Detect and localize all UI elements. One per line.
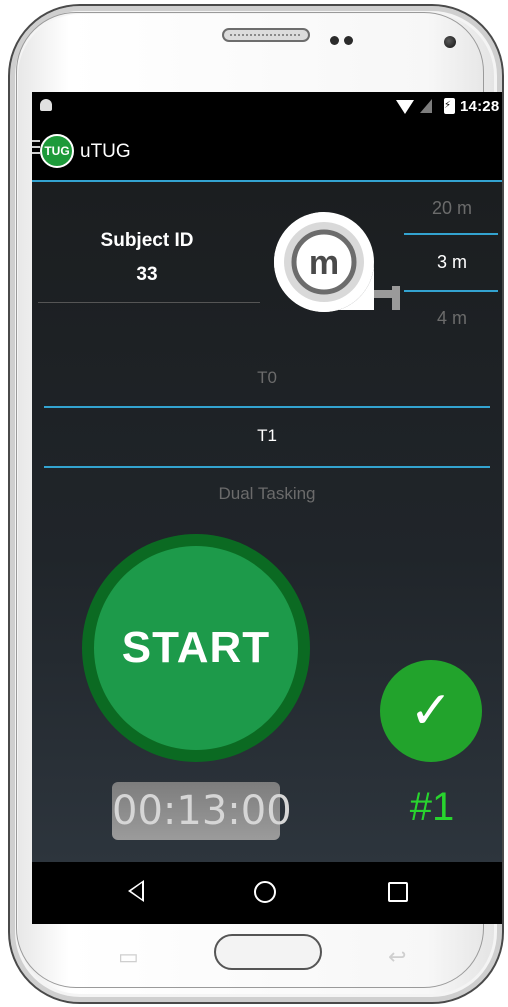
earpiece-speaker xyxy=(222,28,310,42)
checkmark-icon: ✓ xyxy=(409,682,453,740)
condition-option-dual-tasking[interactable]: Dual Tasking xyxy=(44,484,490,504)
hardware-home-button[interactable] xyxy=(214,934,322,970)
distance-option-20m[interactable]: 20 m xyxy=(404,198,500,219)
distance-option-4m[interactable]: 4 m xyxy=(404,308,500,329)
timer-display: 00:13:00 xyxy=(112,782,292,840)
action-bar: TUG uTUG xyxy=(32,122,502,182)
navigation-bar xyxy=(32,862,502,924)
main-content: Subject ID 33 m 20 m 3 m 4 m T0 T1 Dual … xyxy=(32,182,502,862)
condition-divider-top xyxy=(44,406,490,408)
home-icon[interactable] xyxy=(254,881,276,903)
app-title: uTUG xyxy=(80,141,131,162)
distance-option-3m[interactable]: 3 m xyxy=(404,252,500,273)
svg-text:m: m xyxy=(309,244,339,282)
wifi-icon xyxy=(396,100,414,114)
front-camera xyxy=(444,36,456,48)
status-bar: 14:28 xyxy=(32,92,502,122)
app-logo[interactable]: TUG xyxy=(40,134,74,168)
android-icon xyxy=(40,99,52,111)
condition-divider-bottom xyxy=(44,466,490,468)
trial-counter: #1 xyxy=(409,785,455,829)
confirm-button[interactable]: ✓ xyxy=(380,660,482,762)
back-icon[interactable] xyxy=(128,880,144,902)
subject-id-label: Subject ID xyxy=(100,230,194,251)
status-time: 14:28 xyxy=(460,98,500,115)
tape-measure-icon: m xyxy=(274,212,400,312)
screen: 14:28 TUG uTUG Subject ID 33 m 20 m 3 m … xyxy=(32,92,502,924)
menu-icon[interactable] xyxy=(32,140,40,156)
subject-id-field[interactable]: 33 xyxy=(32,264,262,286)
hardware-recents-key[interactable]: ▭ xyxy=(118,944,139,970)
hardware-back-key[interactable]: ↩ xyxy=(388,944,406,970)
recent-apps-icon[interactable] xyxy=(388,882,408,902)
light-sensor xyxy=(344,36,353,45)
start-button[interactable]: START xyxy=(94,546,298,750)
proximity-sensor xyxy=(330,36,339,45)
distance-divider-bottom xyxy=(404,290,498,292)
distance-divider-top xyxy=(404,233,498,235)
condition-option-t0[interactable]: T0 xyxy=(44,368,490,388)
battery-charging-icon xyxy=(444,98,455,114)
subject-id-underline xyxy=(38,302,260,303)
no-sim-icon xyxy=(420,99,432,113)
condition-option-t1[interactable]: T1 xyxy=(44,426,490,446)
